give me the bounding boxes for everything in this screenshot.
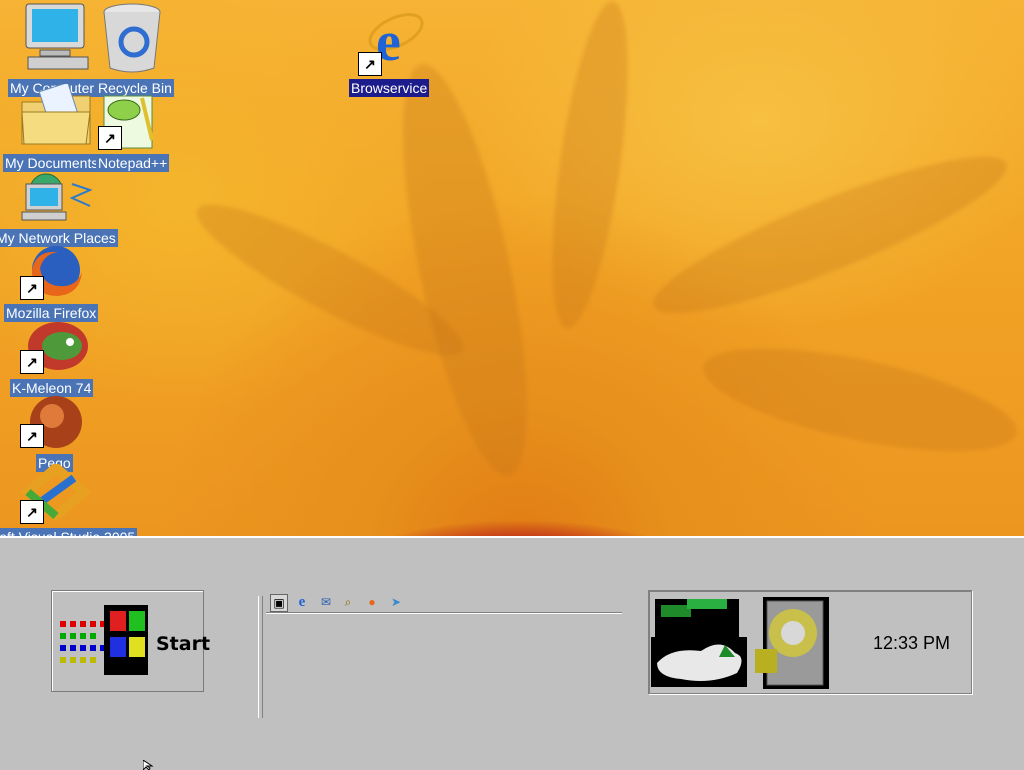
firefox-icon[interactable]: ● xyxy=(364,594,380,610)
quick-launch-toolbar: ▣ e ✉ ⌕ ● ➤ xyxy=(258,592,622,718)
start-button[interactable]: Start xyxy=(51,590,210,692)
mouse-cursor-icon xyxy=(143,760,154,770)
shortcut-arrow-icon: ↗ xyxy=(358,52,382,76)
desktop-icon-my-network-places[interactable]: My Network Places xyxy=(0,170,126,252)
desktop-icon-k-meleon[interactable]: ↗ K-Meleon 74 xyxy=(0,318,112,400)
network-places-icon xyxy=(21,173,92,221)
start-label: Start xyxy=(156,633,211,655)
search-icon[interactable]: ⌕ xyxy=(340,594,356,610)
desktop-icon-browservice[interactable]: e ↗ Browservice xyxy=(346,0,440,100)
my-computer-icon xyxy=(25,3,89,70)
send-icon[interactable]: ➤ xyxy=(388,594,404,610)
toolbar-separator xyxy=(266,612,622,614)
internet-explorer-icon[interactable]: e xyxy=(294,594,310,610)
folder-icon xyxy=(21,84,91,145)
show-desktop-icon[interactable]: ▣ xyxy=(270,594,288,612)
shortcut-arrow-icon: ↗ xyxy=(20,500,44,524)
shortcut-arrow-icon: ↗ xyxy=(20,350,44,374)
recycle-bin-icon xyxy=(103,3,161,73)
desktop-icon-mozilla-firefox[interactable]: ↗ Mozilla Firefox xyxy=(0,244,112,326)
disk-drive-icon[interactable] xyxy=(753,593,837,693)
desktop-icon-notepad-plus-plus[interactable]: ↗ Notepad++ xyxy=(96,84,180,176)
network-connection-icon[interactable] xyxy=(651,593,751,693)
shortcut-arrow-icon: ↗ xyxy=(98,126,122,150)
system-tray: 12:33 PM xyxy=(648,590,972,694)
outlook-express-icon[interactable]: ✉ xyxy=(318,594,334,610)
windows-logo-icon xyxy=(60,605,148,675)
shortcut-arrow-icon: ↗ xyxy=(20,424,44,448)
clock[interactable]: 12:33 PM xyxy=(873,633,950,654)
desktop-icon-my-documents[interactable]: My Documents xyxy=(0,84,101,176)
desktop-icon-label: Browservice xyxy=(349,79,430,97)
toolbar-grip[interactable] xyxy=(258,596,263,718)
desktop-icon-label: Microsoft Visual Studio 2005 xyxy=(0,528,138,536)
taskbar: Start ▣ e ✉ ⌕ ● ➤ 12:33 PM xyxy=(0,536,1024,770)
shortcut-arrow-icon: ↗ xyxy=(20,276,44,300)
desktop-icon-visual-studio[interactable]: ↗ Microsoft Visual Studio 2005 xyxy=(0,464,170,536)
desktop[interactable]: My Computer Recycle Bin e ↗ Browservice … xyxy=(0,0,1024,536)
